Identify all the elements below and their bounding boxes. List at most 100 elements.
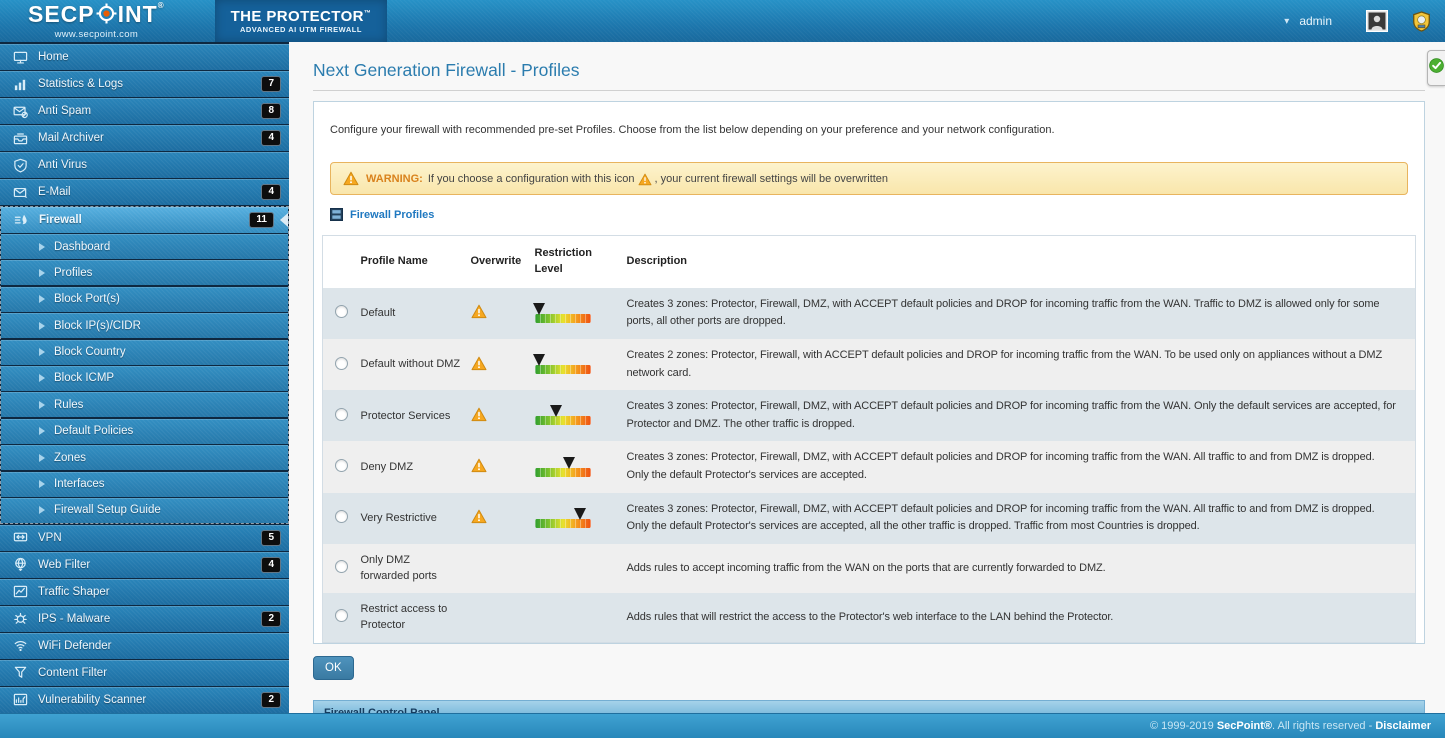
notification-badge: 4 [261, 184, 281, 200]
sidebar-item-vulnerability-scanner[interactable]: Vulnerability Scanner2 [0, 687, 289, 713]
anti-spam-icon [10, 104, 30, 119]
notification-badge: 2 [261, 692, 281, 708]
sidebar-item-traffic-shaper[interactable]: Traffic Shaper [0, 579, 289, 605]
user-avatar-icon[interactable] [1366, 10, 1388, 32]
arrow-right-icon [39, 401, 45, 409]
sidebar-item-web-filter[interactable]: Web Filter4 [0, 552, 289, 578]
username[interactable]: admin [1299, 14, 1332, 28]
profile-name: Restrict access to Protector [361, 593, 471, 643]
arrow-right-icon [39, 506, 45, 514]
body-row: HomeStatistics & Logs7Anti Spam8Mail Arc… [0, 42, 1445, 738]
anti-virus-shield-icon [10, 158, 30, 173]
profile-description: Adds rules that will restrict the access… [627, 593, 1416, 643]
column-description: Description [627, 236, 1416, 288]
profile-row-default-without-dmz: Default without DMZCreates 2 zones: Prot… [323, 339, 1416, 390]
trademark: ™ [364, 10, 371, 17]
overwrite-warning-icon [471, 458, 487, 473]
submenu-item-rules[interactable]: Rules [1, 392, 288, 417]
arrow-right-icon [39, 454, 45, 462]
sidebar-item-vpn[interactable]: VPN5 [0, 525, 289, 551]
submenu-item-block-ip-s-cidr[interactable]: Block IP(s)/CIDR [1, 313, 288, 338]
page-title: Next Generation Firewall - Profiles [313, 60, 1425, 91]
profile-name: Default [361, 288, 471, 339]
sidebar-item-home[interactable]: Home [0, 44, 289, 70]
sidebar-item-content-filter[interactable]: Content Filter [0, 660, 289, 686]
submenu-item-block-port-s[interactable]: Block Port(s) [1, 287, 288, 312]
firewall-profiles-link[interactable]: Firewall Profiles [330, 208, 434, 221]
submenu-item-profiles[interactable]: Profiles [1, 260, 288, 285]
ips-malware-icon [10, 611, 30, 626]
status-check-tab[interactable] [1427, 50, 1445, 86]
product-title-block: THE PROTECTOR™ ADVANCED AI UTM FIREWALL [215, 0, 388, 42]
vip-shield-icon[interactable] [1412, 11, 1431, 32]
sidebar-item-mail-archiver[interactable]: Mail Archiver4 [0, 125, 289, 151]
arrow-right-icon [39, 427, 45, 435]
product-subtitle: ADVANCED AI UTM FIREWALL [240, 25, 362, 34]
profile-radio[interactable] [335, 305, 348, 318]
logo-text-prefix: SECP [28, 3, 95, 26]
disclaimer-link[interactable]: Disclaimer [1375, 720, 1431, 732]
submenu-item-interfaces[interactable]: Interfaces [1, 472, 288, 497]
level-gradient-bar [535, 468, 591, 477]
profile-name: Deny DMZ [361, 441, 471, 492]
column-select [323, 236, 361, 288]
level-marker-icon [550, 405, 562, 417]
profile-radio[interactable] [335, 459, 348, 472]
submenu-item-zones[interactable]: Zones [1, 445, 288, 470]
profile-name: Very Restrictive [361, 493, 471, 544]
profile-row-protector-services: Protector Services Creates 3 zones: Prote… [323, 390, 1416, 441]
overwrite-warning-icon [471, 407, 487, 422]
submenu-item-dashboard[interactable]: Dashboard [1, 234, 288, 259]
sidebar-item-anti-virus[interactable]: Anti Virus [0, 152, 289, 178]
profile-row-restrict-access-to-protector: Restrict access to Protector Adds rules t… [323, 593, 1416, 643]
sidebar-item-ips-malware[interactable]: IPS - Malware2 [0, 606, 289, 632]
submenu-item-block-country[interactable]: Block Country [1, 340, 288, 365]
sidebar-item-wifi-defender[interactable]: WiFi Defender [0, 633, 289, 659]
content-filter-icon [10, 665, 30, 680]
warning-label: WARNING: [366, 173, 423, 185]
warning-text-before: If you choose a configuration with this … [428, 173, 635, 185]
submenu-item-firewall-setup-guide[interactable]: Firewall Setup Guide [1, 498, 288, 523]
sidebar-item-firewall[interactable]: Firewall11 [1, 207, 288, 233]
profile-radio[interactable] [335, 510, 348, 523]
ok-button[interactable]: OK [313, 656, 354, 680]
level-marker-icon [574, 508, 586, 520]
sidebar-item-anti-spam[interactable]: Anti Spam8 [0, 98, 289, 124]
submenu-item-block-icmp[interactable]: Block ICMP [1, 366, 288, 391]
notification-badge: 5 [261, 530, 281, 546]
column-profile-name: Profile Name [361, 236, 471, 288]
sidebar-item-e-mail[interactable]: E-Mail4 [0, 179, 289, 205]
vpn-icon [10, 530, 30, 545]
firewall-profiles-icon [330, 208, 343, 221]
profile-radio[interactable] [335, 560, 348, 573]
firewall-submenu: DashboardProfilesBlock Port(s)Block IP(s… [1, 234, 288, 523]
rights-text: . All rights reserved - [1272, 720, 1375, 732]
profile-radio[interactable] [335, 357, 348, 370]
profile-radio[interactable] [335, 408, 348, 421]
profile-name: Default without DMZ [361, 339, 471, 390]
warning-banner: WARNING: If you choose a configuration w… [330, 162, 1408, 195]
sidebar-item-statistics-logs[interactable]: Statistics & Logs7 [0, 71, 289, 97]
profile-description: Creates 3 zones: Protector, Firewall, DM… [627, 288, 1416, 339]
profile-name: Protector Services [361, 390, 471, 441]
top-header: SECP INT ® www.secpoint.com THE PROTECTO… [0, 0, 1445, 42]
profile-radio[interactable] [335, 609, 348, 622]
column-restriction-level: Restriction Level [535, 236, 627, 288]
notification-badge: 2 [261, 611, 281, 627]
profile-row-default: Default Creates 3 zones: Protector, Firew… [323, 288, 1416, 339]
column-overwrite: Overwrite [471, 236, 535, 288]
profile-row-deny-dmz: Deny DMZCreates 3 zones: Protector, Fire… [323, 441, 1416, 492]
profiles-table: Profile Name Overwrite Restriction Level… [322, 235, 1416, 643]
submenu-item-default-policies[interactable]: Default Policies [1, 419, 288, 444]
secpoint-logo: SECP INT ® www.secpoint.com [28, 3, 165, 40]
arrow-right-icon [39, 322, 45, 330]
restriction-level-meter [535, 354, 591, 375]
user-menu-caret-icon[interactable]: ▾ [1284, 16, 1289, 27]
overwrite-warning-icon [471, 356, 487, 371]
level-gradient-bar [535, 314, 591, 323]
overwrite-warning-icon [471, 509, 487, 524]
profile-description: Creates 3 zones: Protector, Firewall, DM… [627, 390, 1416, 441]
notification-badge: 7 [261, 76, 281, 92]
warning-triangle-icon [343, 171, 359, 186]
footer-brand: SecPoint® [1217, 720, 1272, 732]
